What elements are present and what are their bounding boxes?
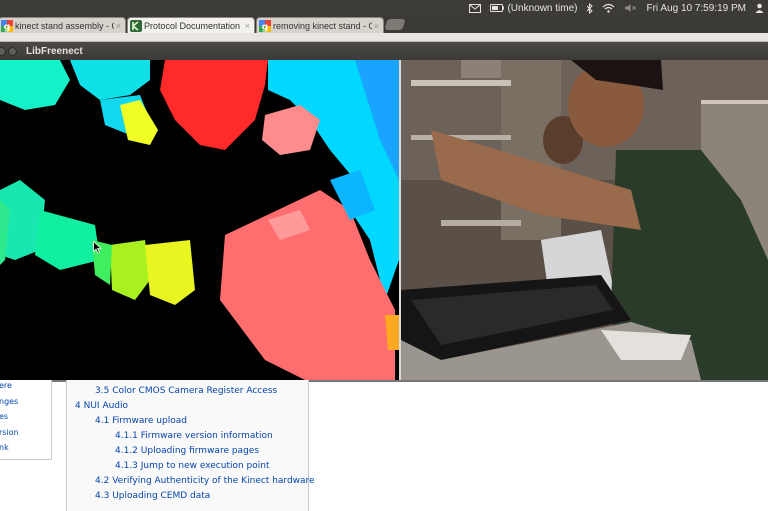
bluetooth-icon[interactable] — [586, 0, 594, 16]
toc-item[interactable]: 4.1 Firmware upload — [95, 416, 187, 426]
tab-close-icon[interactable]: × — [116, 21, 121, 31]
svg-text:g: g — [262, 22, 268, 32]
toc-label: Firmware version information — [140, 431, 273, 441]
toc-label: NUI Audio — [83, 401, 129, 411]
toc-item[interactable]: 4.1.1 Firmware version information — [115, 431, 273, 441]
wiki-page-content: ere nges es rsion nk 3.5 Color CMOS Came… — [0, 380, 768, 511]
desktop-screen: (Unknown time) Fri Aug 10 7:59:19 PM g k… — [0, 0, 768, 511]
tab-title: Protocol Documentation — [144, 20, 241, 31]
depth-map-image — [0, 60, 399, 380]
toc-label: Firmware upload — [112, 416, 187, 426]
toc-number: 4.1.1 — [115, 431, 138, 441]
toc-number: 4.1 — [95, 416, 110, 426]
toc-number: 4.2 — [95, 476, 110, 486]
tab-removing-kinect-stand[interactable]: g removing kinect stand - Go × — [256, 17, 384, 33]
toc-number: 4 — [75, 401, 81, 411]
browser-toolbar — [0, 33, 768, 42]
sidebar-link[interactable]: ere — [0, 381, 12, 390]
tab-close-icon[interactable]: × — [374, 21, 379, 31]
table-of-contents: 3.5 Color CMOS Camera Register Access 4 … — [66, 380, 315, 511]
user-icon[interactable] — [755, 0, 764, 16]
sidebar-link[interactable]: rsion — [0, 428, 19, 437]
sidebar-link[interactable]: nk — [0, 443, 9, 452]
google-icon: g — [259, 19, 271, 32]
depth-view[interactable] — [0, 60, 399, 380]
svg-text:g: g — [4, 22, 10, 32]
toc-item[interactable]: 4.1.3 Jump to new execution point — [115, 461, 270, 471]
tab-title: kinect stand assembly - Go — [15, 20, 114, 31]
toc-item[interactable]: 4.2 Verifying Authenticity of the Kinect… — [95, 476, 315, 486]
tab-close-icon[interactable]: × — [245, 21, 250, 31]
toc-label: Color CMOS Camera Register Access — [112, 386, 278, 396]
system-tray: (Unknown time) Fri Aug 10 7:59:19 PM — [460, 0, 768, 16]
tab-title: removing kinect stand - Go — [273, 20, 372, 31]
toc-label: Uploading firmware pages — [140, 446, 260, 456]
toc-item[interactable]: 4.3 Uploading CEMD data — [95, 491, 210, 501]
battery-status-text: (Unknown time) — [507, 2, 578, 14]
toc-number: 4.1.3 — [115, 461, 138, 471]
system-top-panel: (Unknown time) Fri Aug 10 7:59:19 PM — [0, 0, 768, 16]
toc-label: Jump to new execution point — [140, 461, 270, 471]
wiki-sidebar-box: ere nges es rsion nk — [0, 380, 52, 460]
new-tab-button[interactable] — [384, 19, 406, 30]
toc-item[interactable]: 4 NUI Audio — [75, 401, 128, 411]
toc-label: Verifying Authenticity of the Kinect har… — [112, 476, 315, 486]
battery-icon — [490, 4, 505, 12]
tab-kinect-stand-assembly[interactable]: g kinect stand assembly - Go × — [0, 17, 126, 33]
clock[interactable]: Fri Aug 10 7:59:19 PM — [646, 0, 746, 16]
mouse-cursor-icon — [93, 241, 102, 254]
mail-icon[interactable] — [469, 0, 482, 16]
close-icon[interactable] — [0, 46, 6, 56]
volume-icon[interactable] — [624, 0, 637, 16]
toc-number: 3.5 — [95, 386, 110, 396]
browser-tab-strip: g kinect stand assembly - Go × Protocol … — [0, 16, 768, 33]
tab-protocol-documentation[interactable]: Protocol Documentation × — [127, 17, 255, 33]
toc-label: Uploading CEMD data — [112, 491, 211, 501]
sidebar-link[interactable]: nges — [0, 397, 18, 406]
openkinect-icon — [130, 19, 142, 32]
toc-number: 4.3 — [95, 491, 110, 501]
battery-indicator[interactable]: (Unknown time) — [490, 0, 577, 16]
minimize-icon[interactable] — [8, 46, 17, 56]
sidebar-link[interactable]: es — [0, 412, 8, 421]
toc-number: 4.1.2 — [115, 446, 138, 456]
wifi-icon[interactable] — [602, 0, 615, 16]
toc-item[interactable]: 3.5 Color CMOS Camera Register Access — [95, 386, 277, 396]
camera-frame-image — [401, 60, 768, 380]
toc-item[interactable]: 4.1.2 Uploading firmware pages — [115, 446, 259, 456]
google-icon: g — [1, 19, 13, 32]
window-title: LibFreenect — [26, 45, 83, 57]
rgb-camera-view[interactable] — [401, 60, 768, 380]
window-title-bar[interactable]: LibFreenect — [0, 42, 768, 60]
